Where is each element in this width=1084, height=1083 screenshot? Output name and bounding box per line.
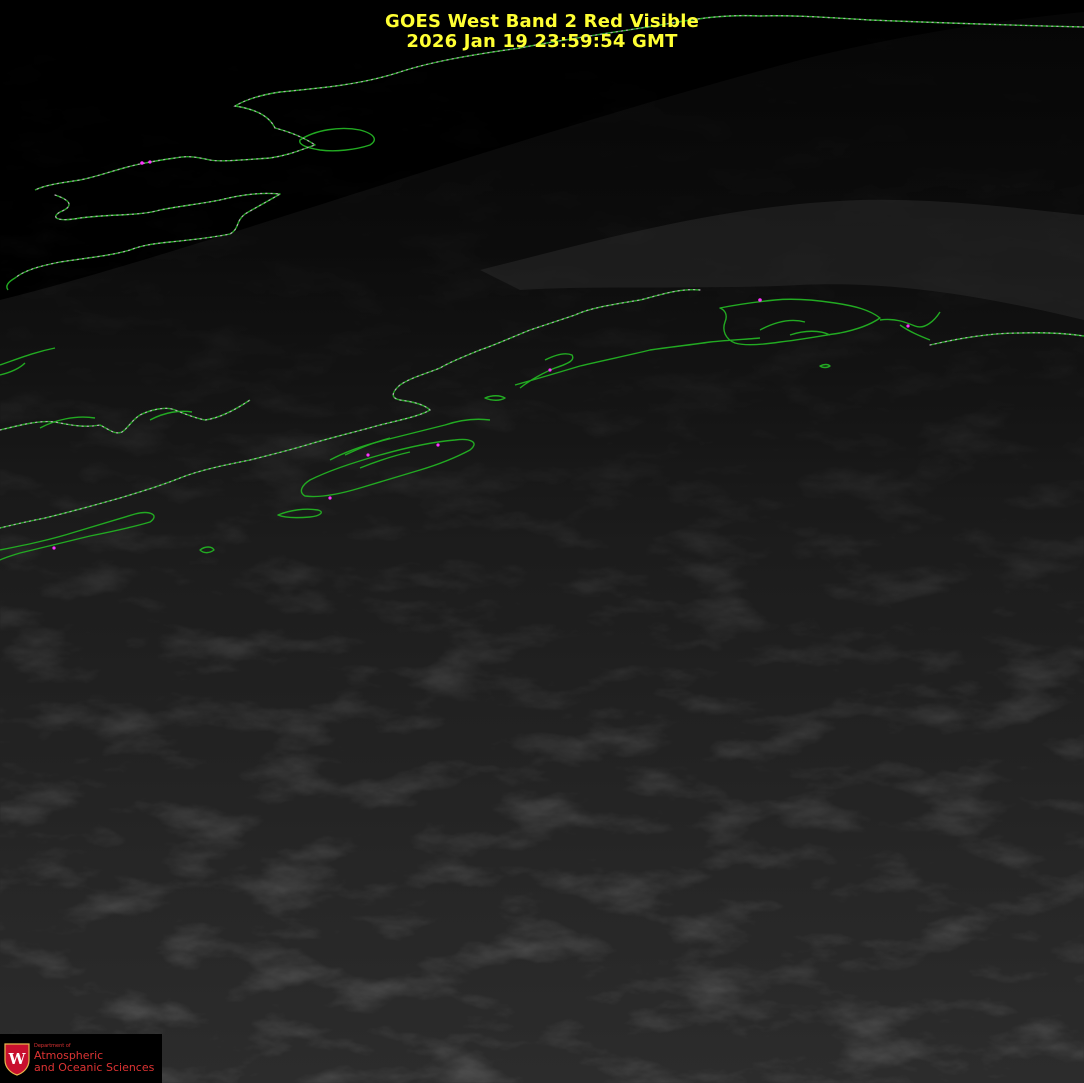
image-title: GOES West Band 2 Red Visible 2026 Jan 19…	[0, 12, 1084, 52]
city-marker	[328, 496, 332, 500]
crest-letter: W	[8, 1050, 27, 1068]
aos-logo: W Department of Atmospheric and Oceanic …	[0, 1034, 162, 1083]
city-marker	[758, 298, 762, 302]
city-marker	[366, 453, 370, 457]
city-marker	[906, 324, 910, 328]
city-marker	[140, 161, 144, 165]
logo-line-2: and Oceanic Sciences	[34, 1061, 155, 1074]
city-marker	[548, 368, 552, 372]
city-marker	[436, 443, 440, 447]
title-line-timestamp: 2026 Jan 19 23:59:54 GMT	[406, 31, 678, 52]
logo-text: Department of Atmospheric and Oceanic Sc…	[34, 1043, 154, 1074]
satellite-image	[0, 0, 1084, 1083]
cloud-texture	[0, 0, 1084, 1083]
uw-crest-icon: W	[4, 1042, 30, 1076]
city-marker	[52, 546, 56, 550]
title-line-product: GOES West Band 2 Red Visible	[385, 11, 699, 32]
city-marker	[148, 160, 152, 164]
